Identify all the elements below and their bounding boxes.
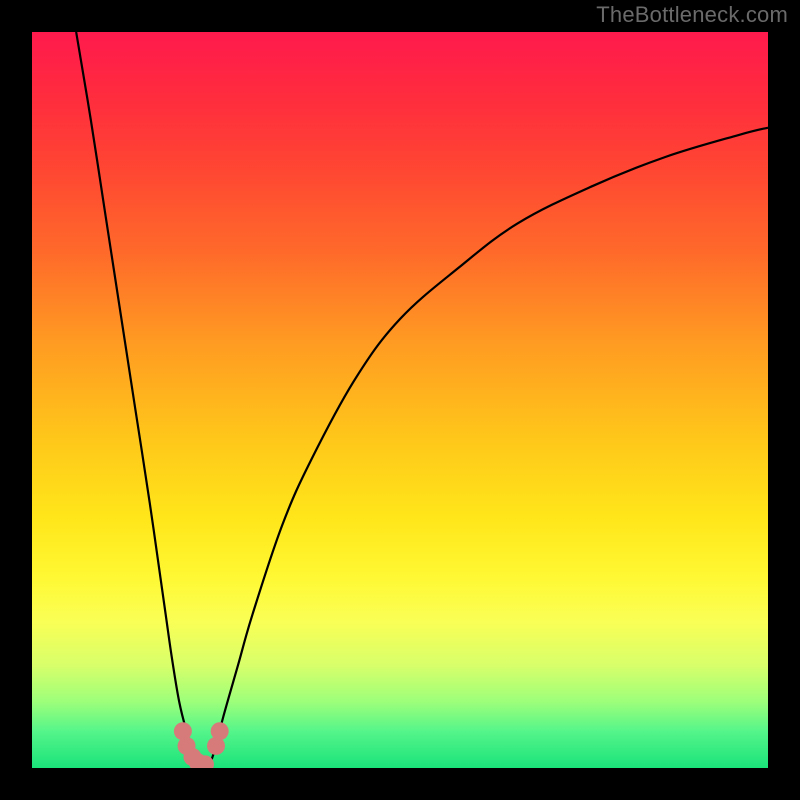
- data-point: [211, 722, 229, 740]
- outer-frame: TheBottleneck.com: [0, 0, 800, 800]
- watermark-text: TheBottleneck.com: [596, 2, 788, 28]
- data-point: [196, 755, 214, 773]
- curve-right-branch: [209, 128, 768, 768]
- chart-svg: [0, 0, 800, 800]
- curve-left-branch: [76, 32, 201, 768]
